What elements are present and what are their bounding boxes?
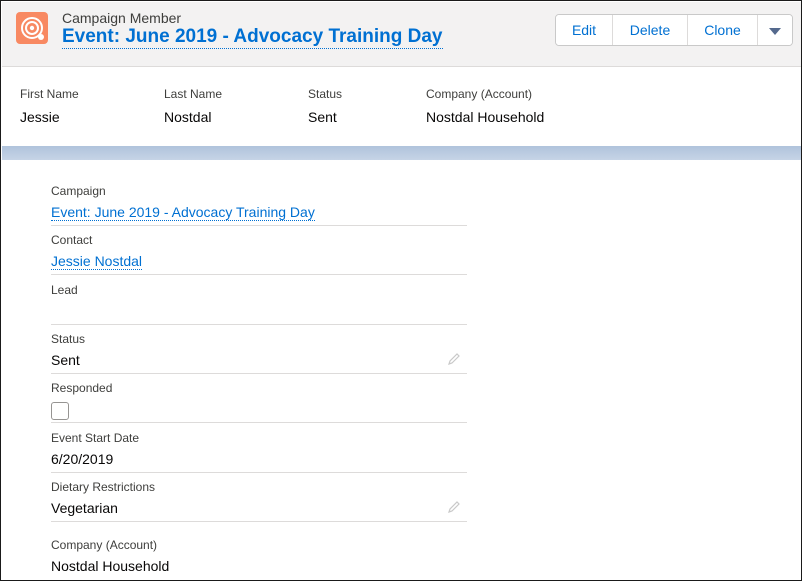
field-status: Status Sent — [51, 325, 467, 374]
record-title[interactable]: Event: June 2019 - Advocacy Training Day — [62, 26, 443, 49]
campaign-member-icon — [16, 12, 48, 44]
campaign-link[interactable]: Event: June 2019 - Advocacy Training Day — [51, 204, 315, 221]
field-value: 6/20/2019 — [51, 451, 114, 467]
field-company: Company (Account) Nostdal Household — [51, 531, 467, 580]
highlight-first-name: First Name Jessie — [20, 87, 79, 125]
responded-checkbox[interactable] — [51, 402, 69, 420]
field-label: Campaign — [51, 184, 106, 198]
field-value: Nostdal Household — [51, 558, 170, 574]
field-label: Lead — [51, 283, 78, 297]
field-campaign: Campaign Event: June 2019 - Advocacy Tra… — [51, 177, 467, 226]
record-page: Campaign Member Event: June 2019 - Advoc… — [0, 0, 802, 581]
highlight-label: Status — [308, 87, 343, 101]
record-header: Campaign Member Event: June 2019 - Advoc… — [2, 2, 801, 66]
edit-button[interactable]: Edit — [556, 15, 613, 45]
highlight-label: Company (Account) — [426, 87, 533, 101]
chevron-down-icon — [769, 27, 781, 35]
field-label: Contact — [51, 233, 93, 247]
more-actions-button[interactable] — [758, 15, 792, 45]
action-button-group: Edit Delete Clone — [555, 14, 793, 46]
field-lead: Lead — [51, 276, 467, 325]
field-label: Status — [51, 332, 86, 346]
highlight-company: Company (Account) Nostdal Household — [426, 87, 544, 125]
field-label: Event Start Date — [51, 431, 140, 445]
pencil-icon[interactable] — [447, 500, 461, 514]
highlight-label: Last Name — [164, 87, 223, 101]
field-dietary-restrictions: Dietary Restrictions Vegetarian — [51, 473, 467, 522]
object-type-label: Campaign Member — [62, 10, 182, 26]
delete-button[interactable]: Delete — [613, 15, 688, 45]
highlight-value: Jessie — [20, 109, 60, 125]
highlight-value: Nostdal Household — [426, 109, 545, 125]
section-divider-band — [2, 146, 801, 160]
highlight-value: Sent — [308, 109, 337, 125]
highlight-value: Nostdal — [164, 109, 212, 125]
highlights-panel: First Name Jessie Last Name Nostdal Stat… — [2, 66, 801, 146]
highlight-last-name: Last Name Nostdal — [164, 87, 222, 125]
field-label: Dietary Restrictions — [51, 480, 156, 494]
pencil-icon[interactable] — [447, 352, 461, 366]
contact-link[interactable]: Jessie Nostdal — [51, 253, 143, 270]
field-label: Company (Account) — [51, 538, 158, 552]
field-responded: Responded — [51, 374, 467, 423]
field-value: Sent — [51, 352, 80, 368]
field-contact: Contact Jessie Nostdal — [51, 226, 467, 275]
field-event-start-date: Event Start Date 6/20/2019 — [51, 424, 467, 473]
highlight-label: First Name — [20, 87, 79, 101]
field-label: Responded — [51, 381, 113, 395]
field-value: Vegetarian — [51, 500, 118, 516]
highlight-status: Status Sent — [308, 87, 342, 125]
clone-button[interactable]: Clone — [688, 15, 758, 45]
